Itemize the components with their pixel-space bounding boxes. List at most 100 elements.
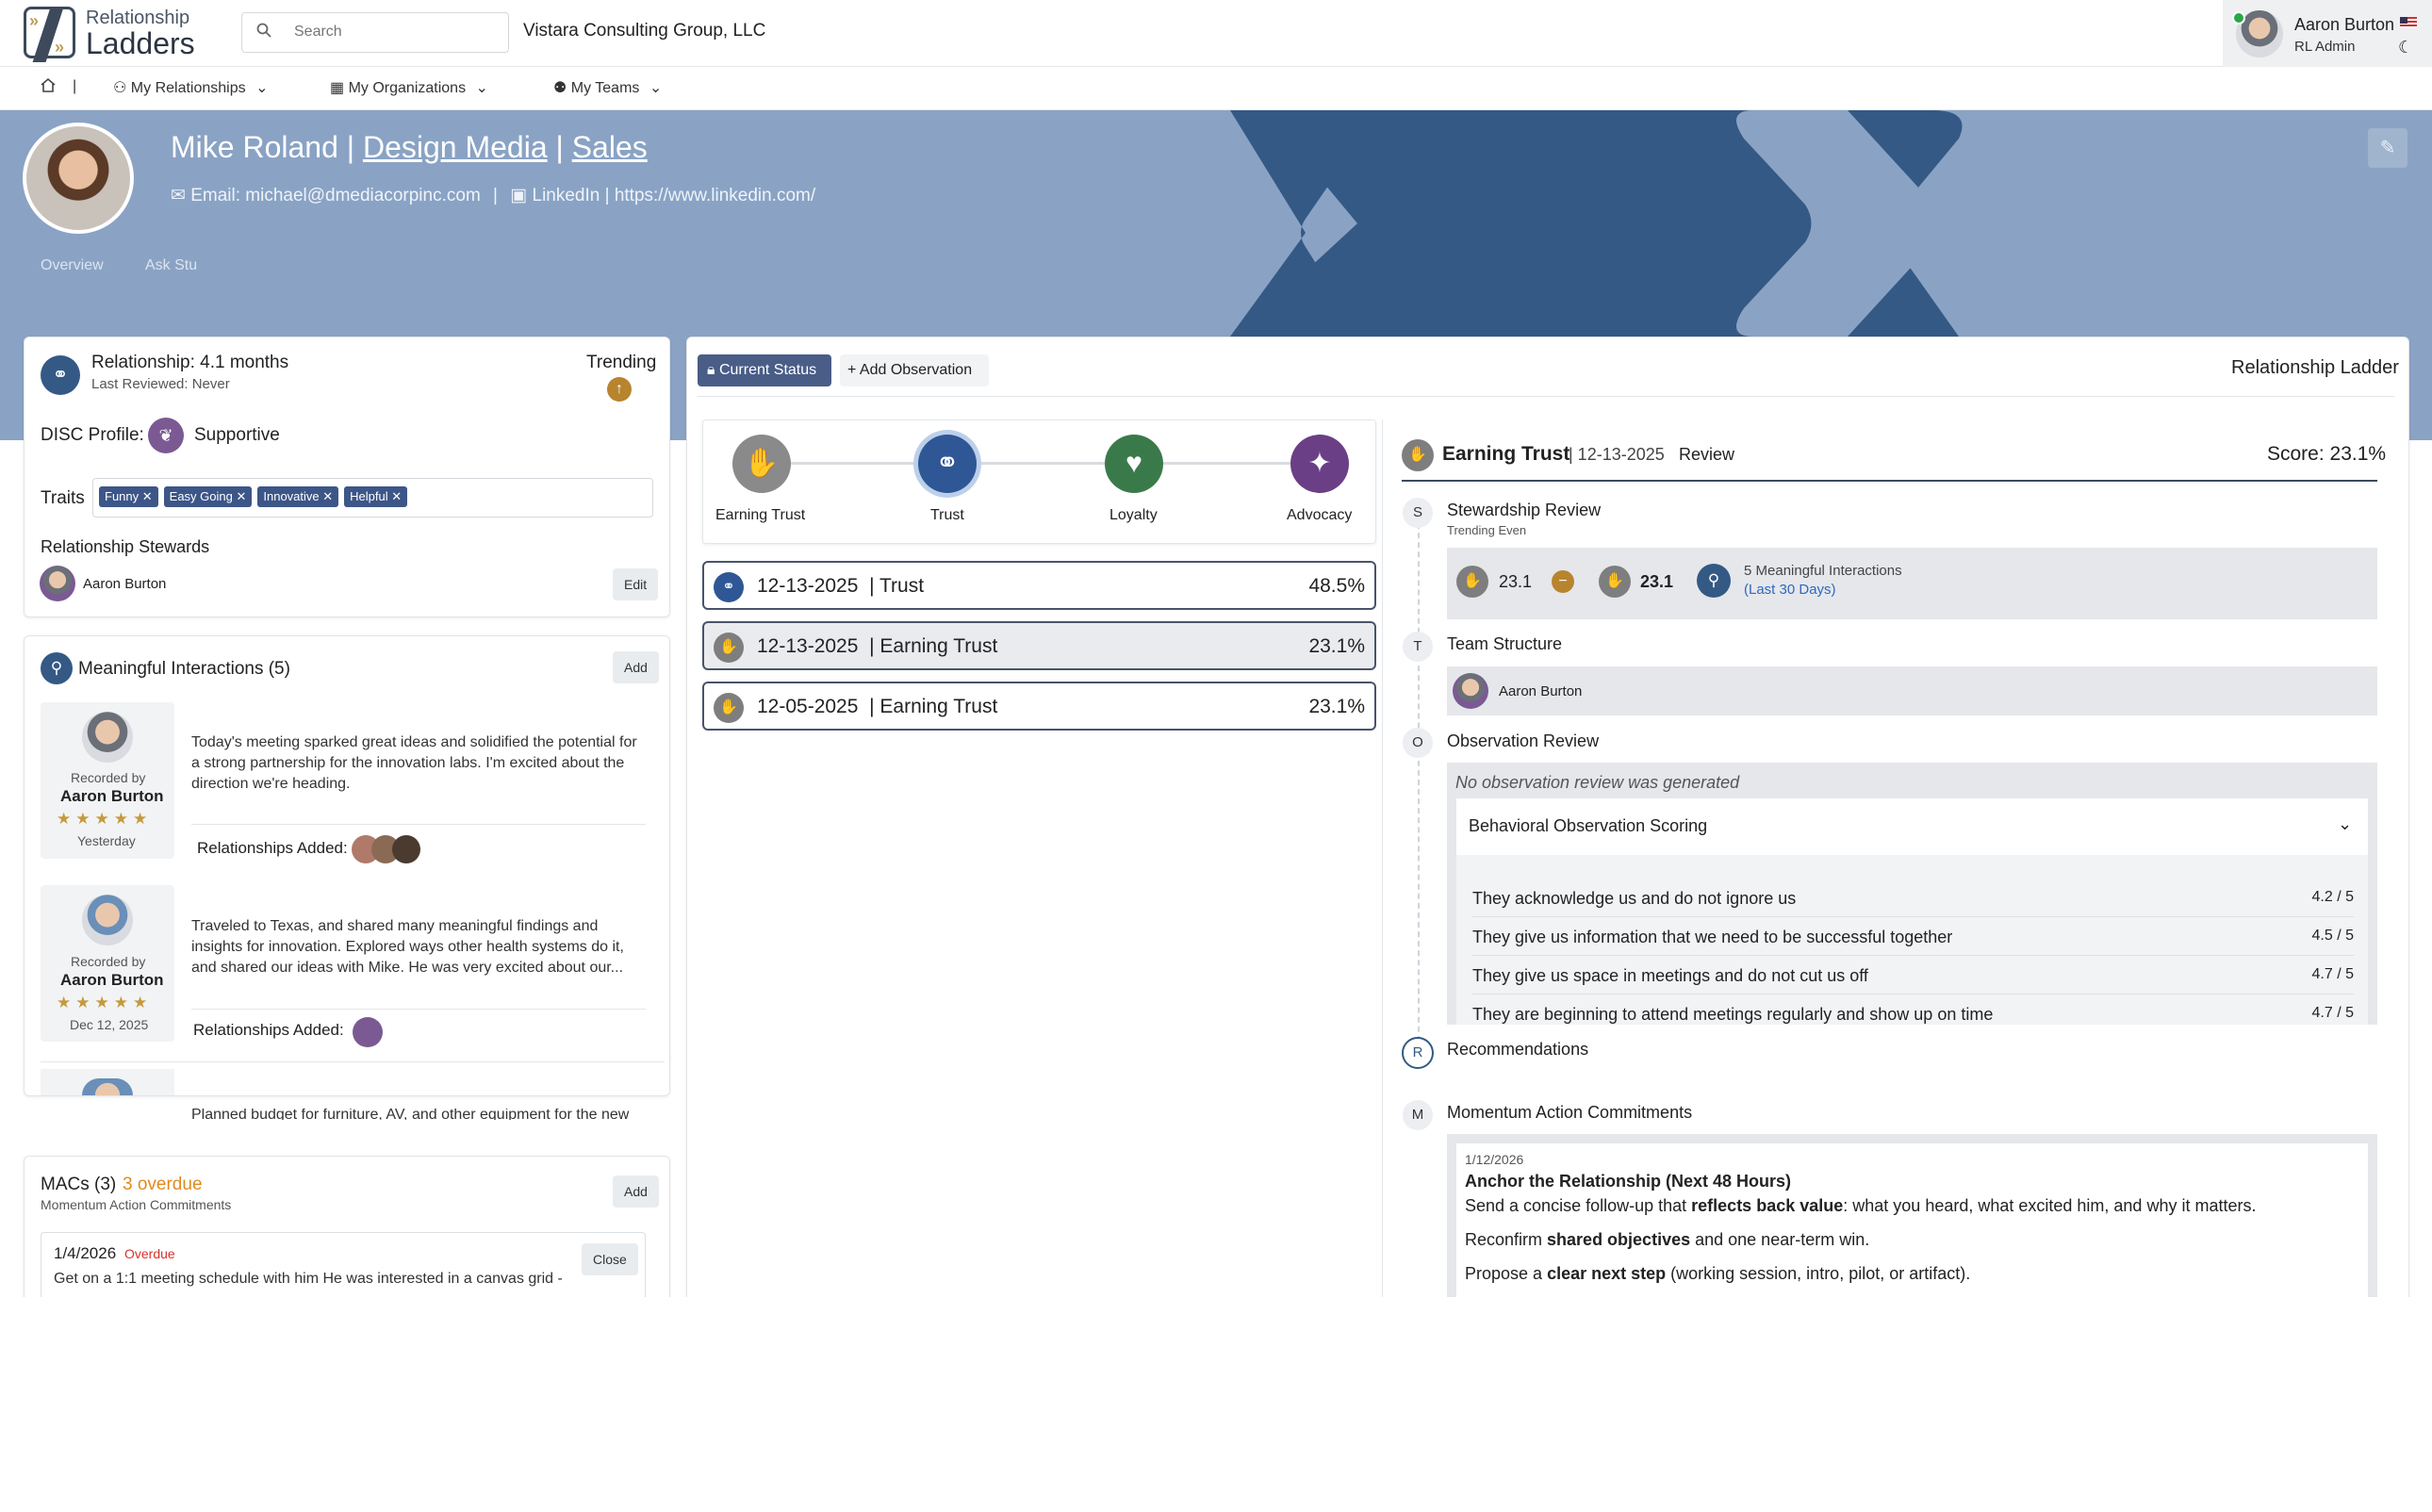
add-mac-button[interactable]: Add	[613, 1175, 659, 1208]
add-interaction-button[interactable]: Add	[613, 651, 659, 683]
traits-input[interactable]: Funny ✕ Easy Going ✕ Innovative ✕ Helpful ✕	[92, 478, 653, 518]
history-score: 23.1%	[1308, 635, 1365, 657]
author-avatar[interactable]	[82, 895, 133, 945]
score-row: They give us information that we need to…	[1472, 918, 2354, 956]
dark-mode-moon-icon[interactable]: ☾	[2398, 38, 2413, 58]
trait-tag[interactable]: Easy Going ✕	[163, 486, 253, 507]
stage-advocacy-icon[interactable]: ✦	[1290, 435, 1349, 493]
related-contact-avatar[interactable]	[353, 1017, 383, 1047]
team-member-avatar[interactable]	[1453, 673, 1488, 709]
organization-name[interactable]: Vistara Consulting Group, LLC	[523, 21, 765, 41]
nav-my-organizations[interactable]: ▦ My Organizations ⌄	[330, 78, 488, 97]
divider	[698, 396, 2394, 397]
stewardship-title: Stewardship Review	[1447, 501, 1602, 519]
interaction-text: Today's meeting sparked great ideas and …	[191, 734, 637, 792]
panel-divider	[1382, 419, 1383, 1297]
related-contact-avatar[interactable]	[392, 835, 420, 863]
add-observation-tab[interactable]: + Add Observation	[840, 354, 989, 386]
us-flag-icon[interactable]	[2400, 17, 2417, 28]
trait-tag[interactable]: Innovative ✕	[257, 486, 339, 507]
trending-up-arrow-icon: ↑	[607, 377, 632, 402]
contact-linkedin[interactable]: LinkedIn | https://www.linkedin.com/	[533, 186, 816, 205]
interactions-period-link[interactable]: (Last 30 Days)	[1744, 582, 1836, 598]
trending-label: Trending	[586, 353, 657, 372]
step-r: R	[1402, 1037, 1434, 1069]
mac-date: 1/4/2026	[54, 1244, 117, 1262]
history-row-selected[interactable]: ✋ 12-13-2025 | Earning Trust 23.1%	[702, 621, 1376, 670]
interactions-count: 5 Meaningful Interactions	[1744, 563, 1902, 579]
earning-trust-hands-icon: ✋	[1402, 439, 1434, 471]
recorded-by-label: Recorded by	[71, 954, 146, 969]
recommendations-title[interactable]: Recommendations	[1447, 1040, 1588, 1060]
user-name[interactable]: Aaron Burton	[2294, 15, 2394, 35]
chevron-down-icon: ⌄	[649, 80, 663, 96]
relationships-added-label: Relationships Added:	[197, 839, 348, 857]
stage-loyalty-label: Loyalty	[1109, 507, 1158, 523]
score-value: 4.7 / 5	[2311, 966, 2354, 982]
stage-earning-trust-icon[interactable]: ✋	[732, 435, 791, 493]
nav-my-organizations-label: My Organizations	[348, 80, 467, 96]
search-input[interactable]	[292, 17, 500, 47]
trust-handshake-icon: ⚭	[714, 572, 744, 602]
author-avatar[interactable]	[82, 712, 133, 763]
search-icon	[256, 23, 271, 42]
mac-item-line-3: Propose a clear next step (working sessi…	[1465, 1264, 1971, 1283]
macs-title: MACs (3)	[41, 1175, 117, 1194]
edit-profile-pencil-icon[interactable]: ✎	[2368, 128, 2407, 168]
stewards-label: Relationship Stewards	[41, 537, 210, 556]
tab-overview[interactable]: Overview	[41, 257, 104, 274]
observation-title: Observation Review	[1447, 731, 1600, 750]
traits-label: Traits	[41, 488, 85, 508]
score-value: 4.2 / 5	[2311, 889, 2354, 905]
logo-icon[interactable]: » »	[24, 7, 75, 62]
earning-trust-hands-icon: ✋	[714, 633, 744, 663]
author-name: Aaron Burton	[60, 787, 164, 805]
stage-trust-icon[interactable]: ⚭	[918, 435, 977, 493]
interaction-text: Traveled to Texas, and shared many meani…	[191, 918, 624, 976]
mac-item-line-2: Reconfirm shared objectives and one near…	[1465, 1230, 1870, 1249]
stage-earning-trust-label: Earning Trust	[715, 507, 806, 523]
tab-ask-stu[interactable]: Ask Stu	[145, 257, 197, 274]
blank-footer-area	[0, 1297, 2432, 1512]
chevron-down-icon[interactable]: ⌄	[2338, 814, 2352, 834]
nav-my-relationships[interactable]: ⚇ My Relationships ⌄	[113, 78, 268, 97]
rating-stars: ★★★★★	[57, 994, 153, 1011]
contact-email[interactable]: Email: michael@dmediacorpinc.com	[190, 186, 481, 205]
history-score: 23.1%	[1308, 696, 1365, 717]
plus-icon: +	[847, 362, 857, 378]
edit-stewards-button[interactable]: Edit	[613, 568, 659, 600]
interaction-date: Dec 12, 2025	[70, 1017, 149, 1032]
divider	[1402, 480, 2377, 482]
author-avatar[interactable]	[82, 1078, 133, 1095]
relationship-duration: Relationship: 4.1 months	[91, 353, 289, 372]
history-row[interactable]: ✋ 12-05-2025 | Earning Trust 23.1%	[702, 682, 1376, 731]
trait-tag[interactable]: Helpful ✕	[344, 486, 408, 507]
close-mac-button[interactable]: Close	[582, 1243, 638, 1275]
department-link[interactable]: Sales	[572, 130, 648, 164]
trait-tag[interactable]: Funny ✕	[99, 486, 158, 507]
current-status-tab[interactable]: 🔒︎ Current Status	[698, 354, 831, 386]
earning-trust-hands-icon: ✋	[1599, 566, 1631, 598]
history-row[interactable]: ⚭ 12-13-2025 | Trust 48.5%	[702, 561, 1376, 610]
home-icon[interactable]	[40, 77, 57, 98]
profile-photo[interactable]	[23, 123, 134, 234]
linkedin-icon: ▣	[510, 186, 528, 205]
lock-icon: 🔒︎	[707, 362, 715, 378]
current-score: 23.1	[1640, 572, 1674, 591]
history-date-stage: 12-05-2025 | Earning Trust	[757, 696, 998, 717]
momentum-title: Momentum Action Commitments	[1447, 1103, 1693, 1122]
logo-text-bottom: Ladders	[86, 26, 195, 60]
team-member-name: Aaron Burton	[1499, 683, 1583, 699]
steward-avatar[interactable]	[40, 566, 75, 601]
steward-name[interactable]: Aaron Burton	[83, 576, 166, 592]
stewardship-subtitle: Trending Even	[1447, 523, 1527, 537]
mac-item-heading: Anchor the Relationship (Next 48 Hours)	[1465, 1172, 1792, 1191]
nav-my-teams[interactable]: ⚉ My Teams ⌄	[553, 78, 662, 97]
interaction-figure-icon: ⚲	[41, 652, 73, 684]
stage-loyalty-heart-icon[interactable]: ♥	[1105, 435, 1163, 493]
interaction-figure-icon: ⚲	[1697, 564, 1731, 598]
step-s: S	[1403, 498, 1433, 528]
company-link[interactable]: Design Media	[363, 130, 548, 164]
nav-my-teams-label: My Teams	[570, 80, 640, 96]
scoring-title: Behavioral Observation Scoring	[1469, 816, 1708, 835]
